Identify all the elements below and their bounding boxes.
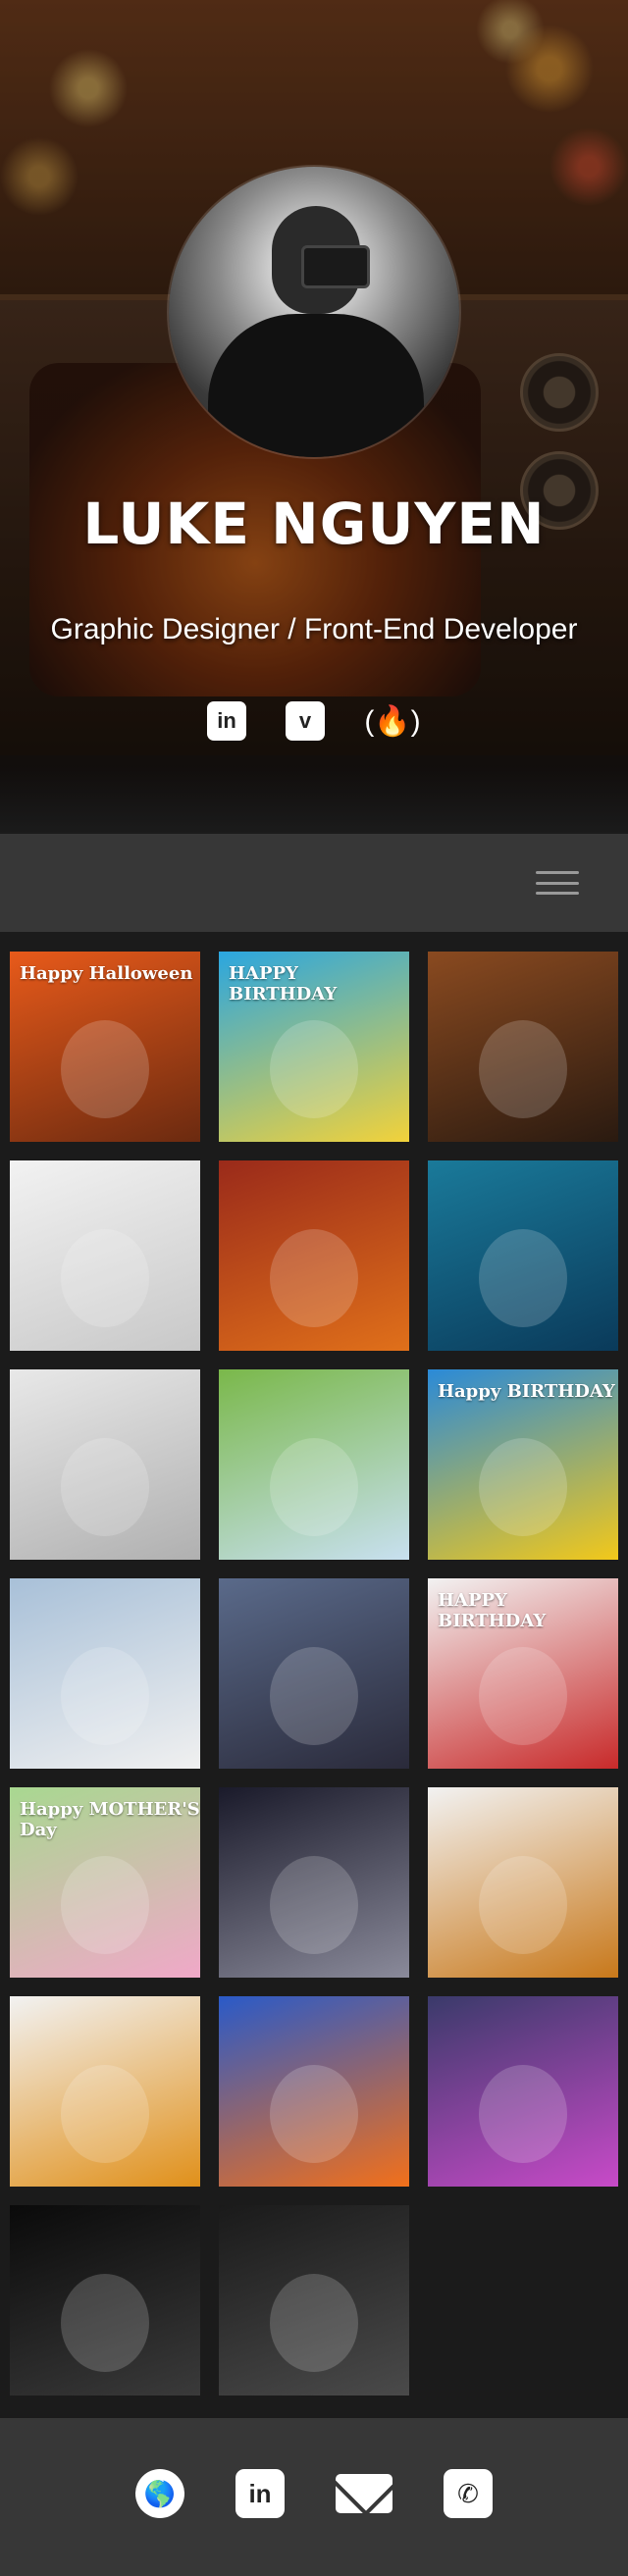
thumb-subject xyxy=(61,1647,149,1745)
gallery-item-teddy-bear-picnic[interactable] xyxy=(219,1369,409,1560)
avatar-suit xyxy=(208,314,424,457)
thumb-caption: Happy BIRTHDAY xyxy=(438,1381,615,1402)
thumb-subject xyxy=(479,1856,567,1954)
gallery-item-cat-birthday-cake[interactable] xyxy=(219,1578,409,1769)
footer: 🌎 in ✆ xyxy=(0,2418,628,2576)
gallery-item-dalmatian-sewing-machine[interactable] xyxy=(10,1160,200,1351)
thumb-subject xyxy=(479,1229,567,1327)
thumb-subject xyxy=(61,1229,149,1327)
vimeo-icon[interactable]: v xyxy=(286,701,325,741)
thumb-subject xyxy=(270,1229,358,1327)
footer-contact-icons: 🌎 in ✆ xyxy=(0,2469,628,2518)
thumb-subject xyxy=(61,1020,149,1118)
hero-fade xyxy=(0,765,628,834)
thumb-subject xyxy=(479,1438,567,1536)
gallery-item-happy-mothers-day-bear[interactable]: Happy MOTHER'S Day xyxy=(10,1787,200,1978)
gallery-item-happy-birthday-dog-plane[interactable]: Happy BIRTHDAY xyxy=(428,1369,618,1560)
gallery-item-cat-rocket-moon[interactable] xyxy=(219,1787,409,1978)
social-links: in v (🔥) xyxy=(0,699,628,743)
portfolio-gallery: Happy Halloween HAPPY BIRTHDAY Happy BIRTH… xyxy=(0,932,628,2418)
thumb-subject xyxy=(479,2065,567,2163)
camera-icon xyxy=(301,245,370,288)
gallery-item-dancer-black-white-1[interactable] xyxy=(10,2205,200,2396)
hamburger-line xyxy=(536,881,579,885)
gallery-item-pug-tv-fireplace[interactable] xyxy=(428,952,618,1142)
mail-icon[interactable] xyxy=(336,2474,392,2513)
phone-icon[interactable]: ✆ xyxy=(444,2469,493,2518)
thumb-subject xyxy=(270,1647,358,1745)
thumb-subject xyxy=(61,1438,149,1536)
profile-name: LUKE NGUYEN xyxy=(82,490,546,557)
thumb-subject xyxy=(270,1020,358,1118)
thumb-caption: HAPPY BIRTHDAY xyxy=(438,1590,547,1631)
hamburger-line xyxy=(536,871,579,874)
thumb-subject xyxy=(61,2274,149,2372)
gallery-item-happy-birthday-pug-pool[interactable]: HAPPY BIRTHDAY xyxy=(219,952,409,1142)
thumb-subject xyxy=(270,2274,358,2372)
thumb-subject xyxy=(61,2065,149,2163)
gallery-item-low-poly-lion[interactable] xyxy=(10,1996,200,2187)
gallery-item-dancer-light-trails[interactable] xyxy=(428,1996,618,2187)
gallery-item-orange-game-controller[interactable] xyxy=(219,1996,409,2187)
gallery-item-low-poly-eagle[interactable] xyxy=(428,1787,618,1978)
hamburger-line xyxy=(536,892,579,895)
thumb-caption: Happy Halloween xyxy=(20,963,193,984)
gallery-item-cat-on-fireplace[interactable] xyxy=(219,1160,409,1351)
gallery-item-happy-birthday-chimp[interactable]: HAPPY BIRTHDAY xyxy=(428,1578,618,1769)
thumb-caption: Happy MOTHER'S Day xyxy=(20,1799,200,1840)
gallery-item-happy-halloween-cat[interactable]: Happy Halloween xyxy=(10,952,200,1142)
freecodecamp-icon[interactable]: (🔥) xyxy=(364,701,421,741)
thumb-subject xyxy=(479,1647,567,1745)
gallery-item-dancer-black-white-2[interactable] xyxy=(219,2205,409,2396)
gallery-item-cat-snorkel-underwater[interactable] xyxy=(428,1160,618,1351)
thumb-subject xyxy=(61,1856,149,1954)
gallery-item-meerkats-snow[interactable] xyxy=(10,1578,200,1769)
linkedin-icon[interactable]: in xyxy=(236,2469,285,2518)
gallery-item-pug-party-hat[interactable] xyxy=(10,1369,200,1560)
thumb-subject xyxy=(270,2065,358,2163)
thumb-subject xyxy=(270,1438,358,1536)
globe-icon[interactable]: 🌎 xyxy=(135,2469,184,2518)
navbar xyxy=(0,834,628,932)
avatar xyxy=(169,167,459,457)
profile-tagline: Graphic Designer / Front-End Developer xyxy=(50,613,578,645)
linkedin-icon[interactable]: in xyxy=(207,701,246,741)
thumb-subject xyxy=(270,1856,358,1954)
hamburger-menu-icon[interactable] xyxy=(530,863,585,902)
thumb-caption: HAPPY BIRTHDAY xyxy=(229,963,338,1005)
hero-banner: LUKE NGUYEN Graphic Designer / Front-End… xyxy=(0,0,628,834)
thumb-subject xyxy=(479,1020,567,1118)
